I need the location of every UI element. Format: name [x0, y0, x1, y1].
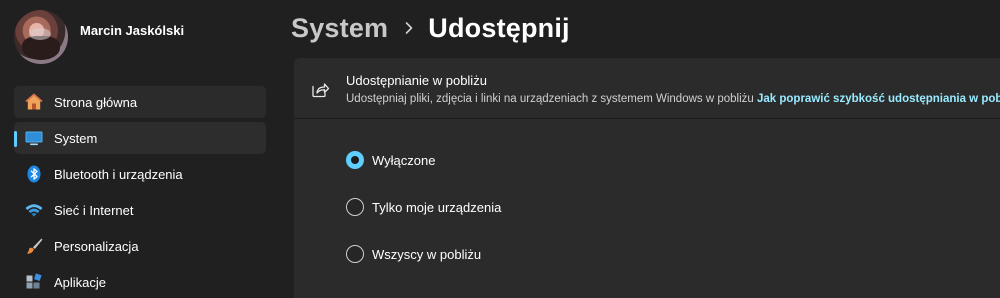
bluetooth-icon	[24, 164, 44, 184]
radio-option-my-devices[interactable]: Tylko moje urządzenia	[346, 195, 501, 219]
home-icon	[24, 92, 44, 112]
page-title: Udostępnij	[428, 12, 570, 43]
radio-button-checked[interactable]	[346, 151, 364, 169]
sidebar-item-system[interactable]: System	[14, 122, 266, 154]
sidebar-item-label: Strona główna	[54, 94, 138, 110]
brush-icon	[24, 236, 44, 256]
avatar	[14, 10, 68, 64]
sidebar: Marcin Jaskólski Strona główna System Bl…	[0, 0, 280, 298]
sidebar-item-label: System	[54, 130, 98, 146]
user-name: Marcin Jaskólski	[80, 22, 185, 38]
breadcrumb: System Udostępnij	[291, 8, 570, 48]
sidebar-item-personalization[interactable]: Personalizacja	[14, 230, 266, 262]
sidebar-item-bluetooth[interactable]: Bluetooth i urządzenia	[14, 158, 266, 190]
sidebar-item-label: Sieć i Internet	[54, 202, 134, 218]
radio-label: Tylko moje urządzenia	[372, 199, 502, 215]
sharing-options: Wyłączone Tylko moje urządzenia Wszyscy …	[346, 148, 501, 289]
wifi-icon	[24, 200, 44, 220]
apps-icon	[24, 272, 44, 292]
sidebar-item-network[interactable]: Sieć i Internet	[14, 194, 266, 226]
sidebar-nav: Strona główna System Bluetooth i urządze…	[14, 86, 266, 298]
settings-window: Marcin Jaskólski Strona główna System Bl…	[0, 0, 1000, 298]
nearby-sharing-card: Udostępnianie w pobliżu Udostępniaj plik…	[294, 58, 1000, 298]
main-content: System Udostępnij Udostępnianie w pobliż…	[280, 0, 1000, 298]
breadcrumb-parent[interactable]: System	[291, 13, 388, 44]
radio-button[interactable]	[346, 245, 364, 263]
help-link[interactable]: Jak poprawić szybkość udostępniania w po…	[757, 93, 1000, 105]
monitor-icon	[24, 128, 44, 148]
sidebar-item-apps[interactable]: Aplikacje	[14, 266, 266, 298]
radio-button[interactable]	[346, 198, 364, 216]
radio-option-off[interactable]: Wyłączone	[346, 148, 501, 172]
radio-option-everyone[interactable]: Wszyscy w pobliżu	[346, 242, 501, 266]
section-title: Udostępnianie w pobliżu	[346, 73, 487, 88]
selection-indicator	[14, 131, 17, 147]
chevron-right-icon	[404, 21, 414, 35]
share-icon	[310, 79, 330, 99]
sidebar-item-home[interactable]: Strona główna	[14, 86, 266, 118]
sidebar-item-label: Bluetooth i urządzenia	[54, 166, 183, 182]
user-profile[interactable]: Marcin Jaskólski	[14, 10, 184, 64]
section-description: Udostępniaj pliki, zdjęcia i linki na ur…	[346, 93, 1000, 105]
sidebar-item-label: Aplikacje	[54, 274, 107, 290]
radio-label: Wyłączone	[372, 152, 436, 168]
radio-label: Wszyscy w pobliżu	[372, 246, 482, 262]
nearby-sharing-header[interactable]: Udostępnianie w pobliżu Udostępniaj plik…	[294, 58, 1000, 119]
description-text: Udostępniaj pliki, zdjęcia i linki na ur…	[346, 93, 754, 105]
sidebar-item-label: Personalizacja	[54, 238, 139, 254]
